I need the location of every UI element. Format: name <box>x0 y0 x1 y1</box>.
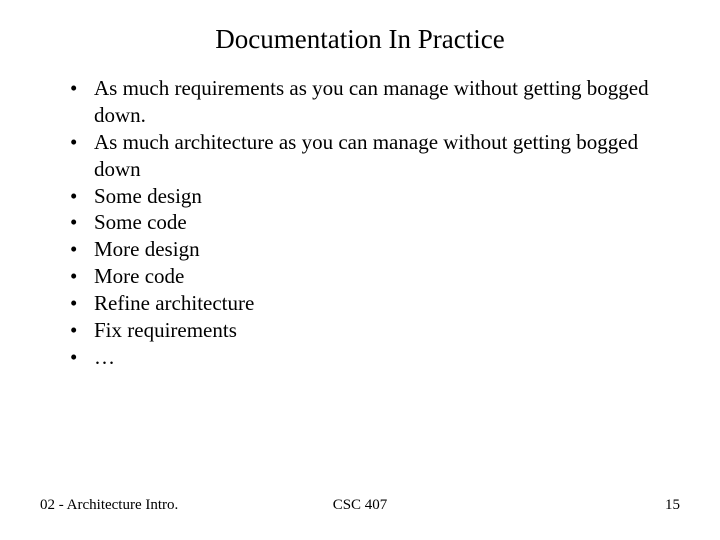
slide-footer: 02 - Architecture Intro. CSC 407 15 <box>0 497 720 514</box>
footer-left: 02 - Architecture Intro. <box>40 497 178 514</box>
list-item: As much architecture as you can manage w… <box>94 129 680 183</box>
list-item: … <box>94 344 680 371</box>
bullet-list: As much requirements as you can manage w… <box>40 75 680 371</box>
footer-center: CSC 407 <box>333 497 388 514</box>
slide-body: As much requirements as you can manage w… <box>0 55 720 371</box>
slide: Documentation In Practice As much requir… <box>0 0 720 540</box>
list-item: As much requirements as you can manage w… <box>94 75 680 129</box>
footer-right: 15 <box>665 497 680 514</box>
slide-title: Documentation In Practice <box>0 0 720 55</box>
list-item: Some design <box>94 183 680 210</box>
list-item: Some code <box>94 209 680 236</box>
list-item: Fix requirements <box>94 317 680 344</box>
list-item: Refine architecture <box>94 290 680 317</box>
list-item: More design <box>94 236 680 263</box>
list-item: More code <box>94 263 680 290</box>
